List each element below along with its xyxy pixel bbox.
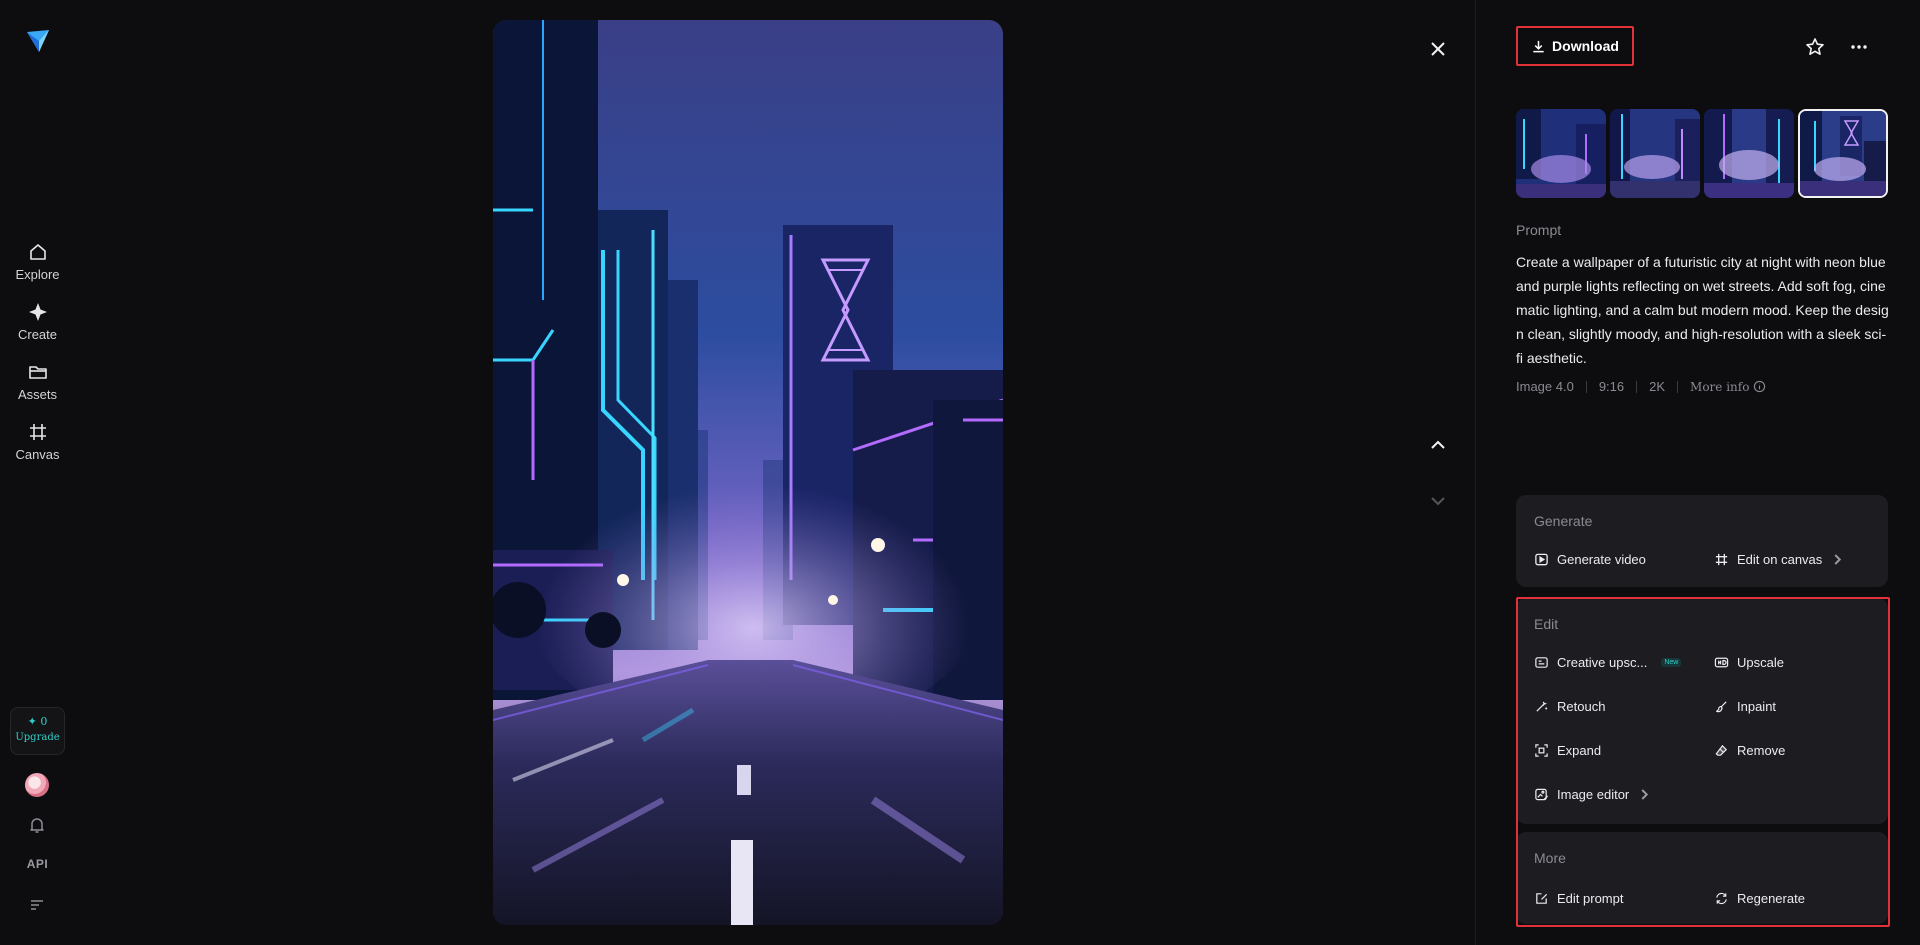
upgrade-label: Upgrade <box>15 732 60 743</box>
expand-button[interactable]: Expand <box>1534 743 1601 758</box>
sidebar-item-label: Assets <box>17 387 57 402</box>
thumbnail-image <box>1704 109 1794 198</box>
sparkle-icon <box>28 303 47 321</box>
action-label: Regenerate <box>1737 891 1805 906</box>
upgrade-button[interactable]: ✦ 0 Upgrade <box>10 707 65 755</box>
meta-divider <box>1636 380 1638 393</box>
more-info-link[interactable]: More info <box>1690 380 1766 394</box>
sidebar-item-assets[interactable]: Assets <box>0 361 75 402</box>
action-label: Edit on canvas <box>1737 552 1823 567</box>
close-icon[interactable] <box>1425 36 1451 62</box>
thumbnail[interactable] <box>1610 109 1700 198</box>
more-heading: More <box>1534 850 1566 866</box>
credits-count: ✦ 0 <box>27 715 48 728</box>
download-label: Download <box>1552 38 1619 54</box>
image-editor-button[interactable]: Image editor <box>1534 787 1652 802</box>
retouch-button[interactable]: Retouch <box>1534 699 1605 714</box>
edit-heading: Edit <box>1534 616 1559 632</box>
generate-video-button[interactable]: Generate video <box>1534 552 1646 567</box>
ratio-label: 9:16 <box>1598 379 1625 394</box>
api-link[interactable]: API <box>0 857 75 871</box>
magic-wand-icon <box>1536 701 1548 712</box>
creative-upscale-icon <box>1535 657 1548 668</box>
sidebar-item-explore[interactable]: Explore <box>0 241 75 282</box>
action-label: Expand <box>1557 743 1602 758</box>
variation-thumbnails <box>1516 109 1890 198</box>
upscale-button[interactable]: Upscale <box>1714 655 1784 670</box>
model-label: Image 4.0 <box>1516 379 1574 394</box>
generate-heading: Generate <box>1534 513 1593 529</box>
sidebar-item-label: Explore <box>15 267 60 282</box>
action-label: Generate video <box>1557 552 1646 567</box>
more-section: More Edit prompt Regenerate <box>1516 832 1888 924</box>
chevron-up-icon[interactable] <box>1425 432 1451 458</box>
generation-meta: Image 4.0 9:16 2K More info <box>1516 379 1766 394</box>
play-video-icon <box>1535 553 1548 566</box>
action-label: Creative upsc... <box>1557 655 1648 670</box>
chevron-right-icon <box>1641 789 1649 800</box>
generate-section: Generate Generate video Edit on canvas <box>1516 495 1888 587</box>
canvas-icon <box>1715 553 1728 566</box>
brush-icon <box>1716 701 1727 713</box>
details-panel: Download Prompt Create a wallpaper of a … <box>1476 0 1920 945</box>
edit-note-icon <box>1536 893 1548 904</box>
more-info-label: More info <box>1690 379 1750 394</box>
thumbnail-image <box>1516 109 1606 198</box>
main-image <box>493 20 1003 925</box>
download-icon <box>1533 40 1544 52</box>
prompt-text: Create a wallpaper of a futuristic city … <box>1516 254 1889 366</box>
resolution-label: 2K <box>1649 379 1666 394</box>
action-label: Image editor <box>1557 787 1630 802</box>
canvas-icon <box>29 424 46 440</box>
edit-prompt-button[interactable]: Edit prompt <box>1534 891 1623 906</box>
meta-divider <box>1585 380 1587 393</box>
new-badge: New <box>1661 658 1682 667</box>
chevron-down-icon[interactable] <box>1425 488 1451 514</box>
edit-section: Edit Creative upsc... New Upscale Retouc… <box>1516 598 1888 824</box>
action-label: Retouch <box>1557 699 1606 714</box>
logo-icon[interactable] <box>25 28 51 54</box>
bell-icon[interactable] <box>27 815 47 835</box>
avatar[interactable] <box>25 773 49 797</box>
city-artwork <box>493 20 1003 925</box>
home-icon <box>29 244 46 260</box>
creative-upscale-button[interactable]: Creative upsc... New <box>1534 655 1682 670</box>
menu-icon[interactable] <box>27 895 47 915</box>
edit-on-canvas-button[interactable]: Edit on canvas <box>1714 552 1845 567</box>
sidebar-item-canvas[interactable]: Canvas <box>0 421 75 462</box>
expand-icon <box>1535 744 1548 757</box>
sidebar-item-label: Create <box>17 327 58 342</box>
thumbnail-image <box>1610 109 1700 198</box>
thumbnail-image <box>1800 111 1886 196</box>
action-label: Edit prompt <box>1557 891 1624 906</box>
meta-divider <box>1677 380 1679 393</box>
info-icon <box>1754 380 1766 393</box>
more-options-icon[interactable] <box>1848 36 1870 58</box>
hd-icon <box>1714 657 1729 668</box>
download-button[interactable]: Download <box>1516 26 1634 66</box>
remove-button[interactable]: Remove <box>1714 743 1785 758</box>
action-label: Inpaint <box>1737 699 1777 714</box>
eraser-icon <box>1715 744 1728 756</box>
folder-icon <box>28 366 47 379</box>
star-icon[interactable] <box>1804 36 1826 58</box>
chevron-right-icon <box>1834 554 1842 565</box>
inpaint-button[interactable]: Inpaint <box>1714 699 1776 714</box>
image-edit-icon <box>1535 788 1549 801</box>
sidebar: Explore Create Assets Canvas ✦ 0 Upgrade <box>0 0 75 945</box>
thumbnail[interactable] <box>1704 109 1794 198</box>
app-window: Explore Create Assets Canvas ✦ 0 Upgrade <box>0 0 1920 945</box>
thumbnail-selected[interactable] <box>1798 109 1888 198</box>
action-label: Upscale <box>1737 655 1784 670</box>
sidebar-item-label: Canvas <box>15 447 60 462</box>
action-label: Remove <box>1737 743 1786 758</box>
regenerate-button[interactable]: Regenerate <box>1714 891 1805 906</box>
regenerate-icon <box>1716 892 1727 905</box>
thumbnail[interactable] <box>1516 109 1606 198</box>
sidebar-item-create[interactable]: Create <box>0 301 75 342</box>
prompt-heading: Prompt <box>1516 222 1562 238</box>
